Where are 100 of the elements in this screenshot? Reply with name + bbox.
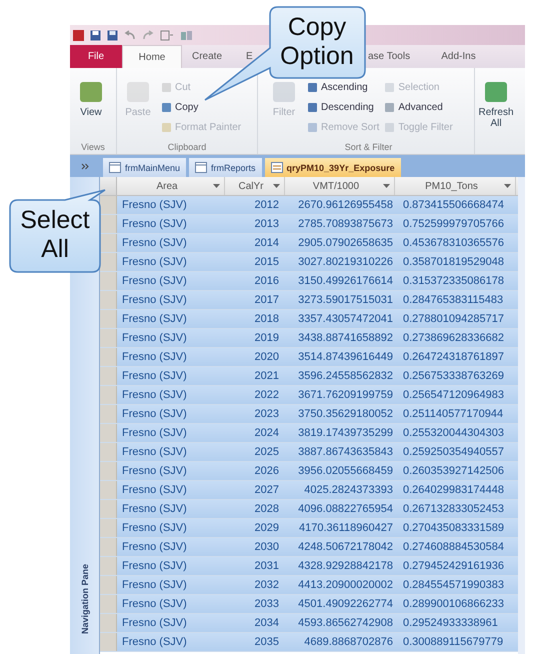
table-row[interactable]: Fresno (SJV) 2031 4328.92928842178 0.279452429161936 [100, 557, 518, 576]
table-row[interactable]: Fresno (SJV) 2016 3150.49926176614 0.315372335086178 [100, 272, 518, 291]
column-header[interactable]: Area [117, 177, 225, 195]
table-cell-text: Fresno (SJV) [121, 389, 188, 401]
table-row[interactable]: Fresno (SJV) 2014 2905.07902658635 0.453678310365576 [100, 234, 518, 253]
table-row[interactable]: Fresno (SJV) 2028 4096.08822765954 0.267132833052453 [100, 500, 518, 519]
table-cell-text: 2025 [254, 446, 280, 458]
table-row[interactable]: Fresno (SJV) 2033 4501.49092262774 0.289900106866233 [100, 595, 518, 614]
table-cell-text: 0.284765383115483 [402, 294, 504, 306]
table-row[interactable]: Fresno (SJV) 2029 4170.36118960427 0.270435083331589 [100, 519, 518, 538]
column-header[interactable]: PM10_Tons [395, 177, 516, 195]
document-tab[interactable]: qryPM10_39Yr_Exposure [264, 158, 401, 177]
table-row[interactable]: Fresno (SJV) 2015 3027.80219310226 0.358701819529048 [100, 253, 518, 272]
table-cell-text: Fresno (SJV) [121, 560, 188, 572]
table-row[interactable]: Fresno (SJV) 2024 3819.17439735299 0.255320044304303 [100, 424, 518, 443]
ribbon-button[interactable]: View [73, 80, 109, 141]
save-icon[interactable] [107, 30, 118, 40]
table-cell-text: 3596.24558562832 [297, 370, 394, 382]
group-label: Views [80, 141, 106, 152]
table-cell-text: 3887.86743635843 [297, 446, 394, 458]
table-cell-text: Fresno (SJV) [121, 256, 188, 268]
ribbon-tab[interactable]: Home [122, 45, 182, 68]
table-row[interactable]: Fresno (SJV) 2034 4593.86562742908 0.29524933338961 [100, 614, 518, 633]
table-cell-text: Fresno (SJV) [121, 370, 188, 382]
expand-chevron-icon[interactable] [81, 162, 89, 170]
table-cell-text: 3819.17439735299 [297, 427, 394, 439]
table-row[interactable]: Fresno (SJV) 2013 2785.70893875673 0.752599979705766 [100, 215, 518, 234]
toolbar-icon[interactable] [160, 30, 174, 40]
column-header[interactable]: VMT/1000 [285, 177, 395, 195]
table-cell-text: 2670.96126955458 [297, 199, 394, 211]
column-header[interactable]: CalYr [225, 177, 285, 195]
table-row[interactable]: Fresno (SJV) 2027 4025.2824373393 0.264029983174448 [100, 481, 518, 500]
table-row[interactable]: Fresno (SJV) 2019 3438.88741658892 0.273869628336682 [100, 329, 518, 348]
ribbon-tab[interactable]: File [70, 45, 122, 68]
ribbon-tab[interactable]: Create [182, 45, 232, 68]
ribbon-button[interactable]: Copy [161, 100, 242, 114]
table-cell-text: 0.29524933338961 [402, 617, 499, 629]
table-row[interactable]: Fresno (SJV) 2021 3596.24558562832 0.256753338763269 [100, 367, 518, 386]
app-logo-icon[interactable] [73, 30, 84, 40]
dropdown-arrow-icon[interactable] [273, 184, 280, 188]
table-cell-text: 2029 [254, 522, 280, 534]
group-label: Sort & Filter [344, 141, 394, 152]
table-cell-text: 2014 [254, 237, 280, 249]
table-cell-text: 0.256753338763269 [402, 370, 505, 382]
table-cell-text: 0.264029983174448 [402, 484, 505, 496]
table-row[interactable]: Fresno (SJV) 2020 3514.87439616449 0.264724318761897 [100, 348, 518, 367]
table-row[interactable]: Fresno (SJV) 2023 3750.35629180052 0.251140577170944 [100, 405, 518, 424]
table-cell-text: 2020 [254, 351, 280, 363]
table-cell-text: Fresno (SJV) [121, 598, 188, 610]
table-row[interactable]: Fresno (SJV) 2030 4248.50672178042 0.274608884530584 [100, 538, 518, 557]
dropdown-arrow-icon[interactable] [213, 184, 220, 188]
table-cell-text: Fresno (SJV) [121, 237, 188, 249]
table-row[interactable]: Fresno (SJV) 2035 4689.8868702876 0.300889115679779 [100, 633, 518, 652]
table-row[interactable]: Fresno (SJV) 2025 3887.86743635843 0.259250354940557 [100, 443, 518, 462]
table-cell-text: Fresno (SJV) [121, 446, 188, 458]
table-cell-text: 2017 [254, 294, 280, 306]
table-cell-text: 2034 [254, 617, 280, 629]
ribbon-tab[interactable]: Add-Ins [430, 45, 487, 68]
table-row[interactable]: Fresno (SJV) 2018 3357.43057472041 0.278801094285717 [100, 310, 518, 329]
table-cell-text: 0.284554571990383 [402, 579, 505, 591]
query-icon [270, 162, 283, 173]
table-cell-text: Fresno (SJV) [121, 503, 188, 515]
ribbon-button[interactable]: Descending [307, 100, 380, 114]
ribbon-button[interactable]: Refresh All [478, 80, 514, 152]
table-cell-text: 2031 [254, 560, 280, 572]
table-row[interactable]: Fresno (SJV) 2026 3956.02055668459 0.260353927142506 [100, 462, 518, 481]
table-cell-text: Fresno (SJV) [121, 579, 188, 591]
table-cell-text: 2030 [254, 541, 280, 553]
table-cell-text: 2026 [254, 465, 280, 477]
table-cell-text: 0.453678310365576 [402, 237, 505, 249]
ribbon-button[interactable]: Ascending [307, 80, 380, 94]
table-cell-text: Fresno (SJV) [121, 484, 188, 496]
table-cell-text: 2028 [254, 503, 280, 515]
ribbon-tab[interactable]: E [232, 45, 254, 68]
table-cell-text: Fresno (SJV) [121, 199, 188, 211]
document-tab[interactable]: frmMainMenu [103, 158, 186, 177]
table-cell-text: 4501.49092262774 [297, 598, 394, 610]
table-cell-text: 3750.35629180052 [297, 408, 394, 420]
ribbon-button[interactable]: Advanced [384, 100, 453, 114]
table-cell-text: 0.260353927142506 [402, 465, 505, 477]
dropdown-arrow-icon[interactable] [504, 184, 511, 188]
table-cell-text: 2035 [254, 636, 280, 648]
table-cell-text: 0.255320044304303 [402, 427, 505, 439]
document-tab[interactable]: frmReports [189, 158, 262, 177]
dropdown-arrow-icon[interactable] [383, 184, 390, 188]
table-cell-text: 3150.49926176614 [297, 275, 394, 287]
save-icon[interactable] [90, 30, 101, 40]
select-all-corner[interactable] [100, 177, 117, 195]
table-row[interactable]: Fresno (SJV) 2012 2670.96126955458 0.873415506668474 [100, 196, 518, 215]
table-cell-text: 0.873415506668474 [402, 199, 505, 211]
form-icon [109, 162, 121, 173]
table-row[interactable]: Fresno (SJV) 2017 3273.59017515031 0.284765383115483 [100, 291, 518, 310]
table-cell-text: 2013 [254, 218, 280, 230]
table-cell-text: 0.315372335086178 [402, 275, 505, 287]
table-cell-text: Fresno (SJV) [121, 332, 188, 344]
table-row[interactable]: Fresno (SJV) 2032 4413.20900020002 0.284554571990383 [100, 576, 518, 595]
table-cell-text: 2019 [254, 332, 280, 344]
ribbon-tab[interactable]: ase Tools [368, 45, 430, 68]
table-row[interactable]: Fresno (SJV) 2022 3671.76209199759 0.256547120964983 [100, 386, 518, 405]
table-cell-text: 3671.76209199759 [297, 389, 394, 401]
